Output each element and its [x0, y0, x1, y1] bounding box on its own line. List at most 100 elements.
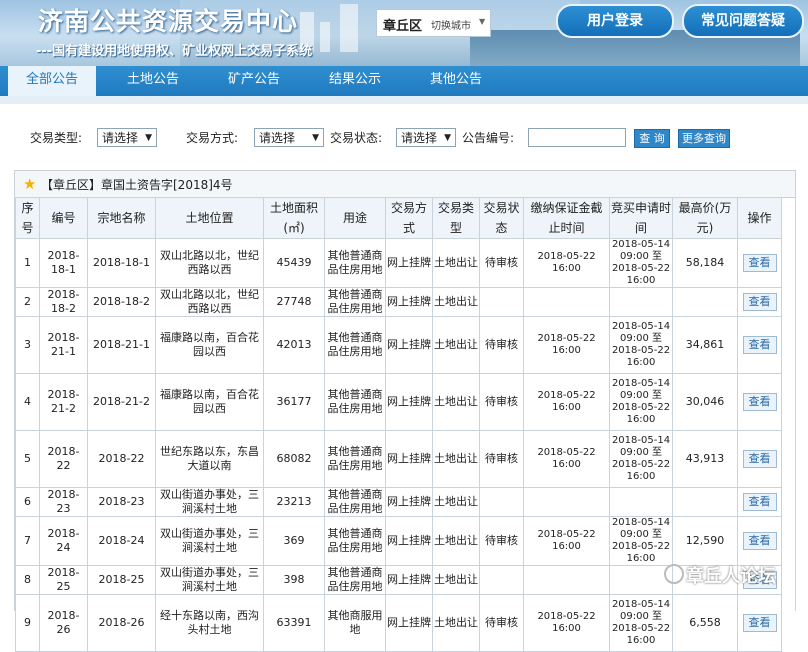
table-header-row: 序号 编号 宗地名称 土地位置 土地面积(㎡) 用途 交易方式 交易类型 交易状… — [15, 197, 782, 239]
col-header-no: 序号 — [15, 197, 40, 239]
view-button[interactable]: 查看 — [742, 254, 777, 272]
cell-no: 8 — [15, 565, 40, 595]
cell-operation: 查看 — [737, 316, 782, 374]
cell-max-price — [672, 287, 738, 317]
cell-apply-time — [609, 287, 673, 317]
cell-use: 其他普通商品住房用地 — [324, 487, 386, 517]
cell-operation: 查看 — [737, 238, 782, 288]
announcement-code-input[interactable] — [528, 128, 626, 147]
switch-city-label[interactable]: 切换城市 — [431, 17, 471, 32]
main-nav: 全部公告 土地公告 矿产公告 结果公示 其他公告 — [0, 66, 808, 98]
cell-status: 待审核 — [479, 238, 524, 288]
view-button[interactable]: 查看 — [742, 493, 777, 511]
view-button[interactable]: 查看 — [742, 293, 777, 311]
cell-operation: 查看 — [737, 373, 782, 431]
cell-use: 其他普通商品住房用地 — [324, 316, 386, 374]
col-header-apply-time: 竞买申请时间 — [609, 197, 673, 239]
cell-mode: 网上挂牌 — [385, 565, 433, 595]
tab-land-announcements[interactable]: 土地公告 — [108, 66, 198, 96]
cell-deposit-deadline: 2018-05-22 16:00 — [523, 594, 610, 652]
trade-mode-select[interactable]: 请选择 ▼ — [254, 128, 324, 147]
cell-type: 土地出让 — [432, 487, 480, 517]
trade-status-label: 交易状态: — [330, 131, 383, 145]
city-selector[interactable]: 章丘区 切换城市 ▼ — [376, 9, 491, 37]
cell-use: 其他普通商品住房用地 — [324, 287, 386, 317]
col-header-location: 土地位置 — [155, 197, 264, 239]
cell-status: 待审核 — [479, 594, 524, 652]
cell-no: 5 — [15, 430, 40, 488]
cell-location: 双山街道办事处，三涧溪村土地 — [155, 565, 264, 595]
tab-all-announcements[interactable]: 全部公告 — [8, 66, 96, 96]
chevron-down-icon: ▼ — [444, 133, 451, 143]
cell-type: 土地出让 — [432, 373, 480, 431]
cell-code: 2018-25 — [39, 565, 88, 595]
cell-apply-time: 2018-05-14 09:00 至 2018-05-22 16:00 — [609, 238, 673, 288]
login-button[interactable]: 用户登录 — [556, 4, 674, 38]
cell-code: 2018-21-2 — [39, 373, 88, 431]
col-header-mode: 交易方式 — [385, 197, 433, 239]
cell-name: 2018-21-2 — [87, 373, 156, 431]
current-city: 章丘区 — [383, 19, 423, 34]
tab-other-announcements[interactable]: 其他公告 — [414, 66, 498, 96]
cell-no: 1 — [15, 238, 40, 288]
nav-divider — [0, 96, 808, 104]
chevron-down-icon: ▼ — [479, 17, 486, 26]
cell-deposit-deadline: 2018-05-22 16:00 — [523, 316, 610, 374]
trade-type-select[interactable]: 请选择 ▼ — [97, 128, 157, 147]
cell-mode: 网上挂牌 — [385, 487, 433, 517]
cell-area: 63391 — [263, 594, 325, 652]
cell-apply-time — [609, 487, 673, 517]
tab-mineral-announcements[interactable]: 矿产公告 — [212, 66, 296, 96]
announcement-caption[interactable]: 【章丘区】章国土资告字[2018]4号 — [41, 176, 233, 193]
cell-deposit-deadline: 2018-05-22 16:00 — [523, 238, 610, 288]
filter-bar: 交易类型: 请选择 ▼ 交易方式: 请选择 ▼ 交易状态: 请选择 ▼ 公告编号: 查… — [0, 104, 808, 164]
cell-apply-time: 2018-05-14 09:00 至 2018-05-22 16:00 — [609, 594, 673, 652]
cell-status: 待审核 — [479, 373, 524, 431]
table-row: 6 2018-23 2018-23 双山街道办事处，三涧溪村土地 23213 其他普通商品… — [15, 487, 782, 517]
cell-deposit-deadline — [523, 487, 610, 517]
cell-mode: 网上挂牌 — [385, 594, 433, 652]
col-header-area: 土地面积(㎡) — [263, 197, 325, 239]
cell-mode: 网上挂牌 — [385, 238, 433, 288]
cell-status — [479, 487, 524, 517]
more-query-button[interactable]: 更多查询 — [678, 129, 730, 148]
view-button[interactable]: 查看 — [742, 336, 777, 354]
cell-area: 369 — [263, 516, 325, 566]
col-header-code: 编号 — [39, 197, 88, 239]
cell-apply-time: 2018-05-14 09:00 至 2018-05-22 16:00 — [609, 316, 673, 374]
cell-status — [479, 565, 524, 595]
table-row: 2 2018-18-2 2018-18-2 双山北路以北，世纪西路以西 27748 其他普… — [15, 287, 782, 317]
cell-max-price: 34,861 — [672, 316, 738, 374]
tab-result-publicity[interactable]: 结果公示 — [310, 66, 400, 96]
faq-button[interactable]: 常见问题答疑 — [682, 4, 804, 38]
cell-no: 2 — [15, 287, 40, 317]
col-header-status: 交易状态 — [479, 197, 524, 239]
cell-operation: 查看 — [737, 594, 782, 652]
cell-type: 土地出让 — [432, 516, 480, 566]
cell-mode: 网上挂牌 — [385, 373, 433, 431]
view-button[interactable]: 查看 — [742, 450, 777, 468]
cell-no: 6 — [15, 487, 40, 517]
cell-mode: 网上挂牌 — [385, 287, 433, 317]
cell-deposit-deadline — [523, 287, 610, 317]
announcement-code-label: 公告编号: — [462, 131, 515, 145]
cell-max-price: 43,913 — [672, 430, 738, 488]
query-button[interactable]: 查 询 — [634, 129, 670, 148]
cell-status: 待审核 — [479, 430, 524, 488]
trade-mode-value: 请选择 — [259, 131, 296, 145]
cell-type: 土地出让 — [432, 238, 480, 288]
view-button[interactable]: 查看 — [742, 614, 777, 632]
view-button[interactable]: 查看 — [742, 532, 777, 550]
watermark: 章丘人论坛 — [664, 558, 804, 588]
cell-area: 36177 — [263, 373, 325, 431]
cell-location: 双山北路以北，世纪西路以西 — [155, 238, 264, 288]
col-header-deposit-deadline: 缴纳保证金截止时间 — [523, 197, 610, 239]
cell-deposit-deadline: 2018-05-22 16:00 — [523, 373, 610, 431]
trade-type-label: 交易类型: — [30, 131, 83, 145]
col-header-type: 交易类型 — [432, 197, 480, 239]
view-button[interactable]: 查看 — [742, 393, 777, 411]
cell-code: 2018-18-1 — [39, 238, 88, 288]
cell-area: 23213 — [263, 487, 325, 517]
cell-no: 4 — [15, 373, 40, 431]
trade-status-select[interactable]: 请选择 ▼ — [396, 128, 456, 147]
